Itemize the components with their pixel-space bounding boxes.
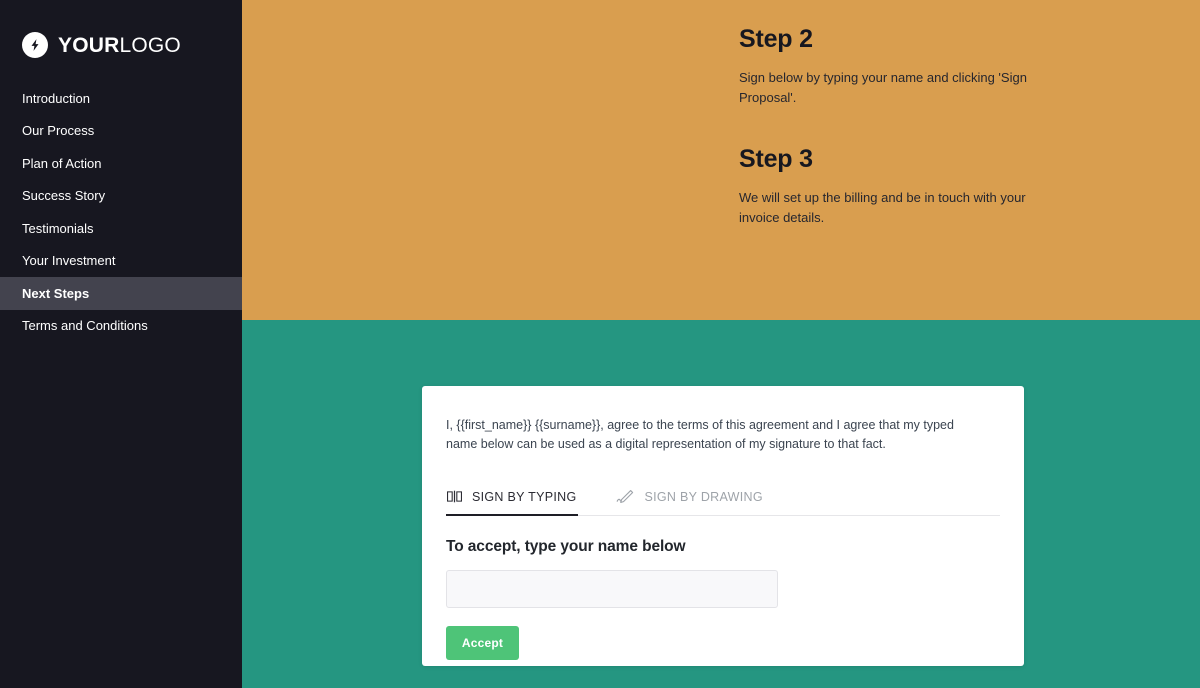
sidebar-item-plan-of-action[interactable]: Plan of Action [0, 147, 242, 180]
logo-text-light: LOGO [119, 33, 181, 57]
logo-text-bold: YOUR [58, 33, 120, 57]
orange-band [242, 0, 1200, 320]
signature-card: I, {{first_name}} {{surname}}, agree to … [422, 386, 1024, 666]
step-block-3: Step 3 We will set up the billing and be… [739, 144, 1039, 228]
logo-text: YOURLOGO [58, 35, 181, 56]
sidebar-item-testimonials[interactable]: Testimonials [0, 212, 242, 245]
type-signature-icon [446, 489, 463, 504]
step-2-heading: Step 2 [739, 25, 813, 53]
signature-name-input[interactable] [446, 569, 778, 608]
accept-instruction: To accept, type your name below [446, 537, 686, 555]
sidebar-item-label: Terms and Conditions [22, 318, 148, 334]
step-3-body: We will set up the billing and be in tou… [739, 190, 1026, 226]
sidebar-item-our-process[interactable]: Our Process [0, 115, 242, 148]
accept-button[interactable]: Accept [446, 625, 519, 660]
steps-section: Step 2 Sign below by typing your name an… [739, 24, 1039, 229]
tab-label: SIGN BY DRAWING [644, 489, 763, 504]
sidebar-item-label: Our Process [22, 123, 95, 139]
sidebar-item-label: Next Steps [22, 285, 90, 301]
sidebar: YOURLOGO Introduction Our Process Plan o… [0, 0, 242, 688]
signature-tabs: SIGN BY TYPING SIGN BY DRAWING [446, 480, 1000, 516]
proposal-page: YOURLOGO Introduction Our Process Plan o… [0, 0, 1200, 688]
pen-signature-icon [616, 489, 635, 504]
sidebar-item-your-investment[interactable]: Your Investment [0, 245, 242, 278]
agreement-text: I, {{first_name}} {{surname}}, agree to … [446, 418, 954, 451]
sidebar-item-introduction[interactable]: Introduction [0, 82, 242, 115]
sidebar-item-label: Testimonials [22, 220, 94, 236]
sidebar-item-label: Introduction [22, 90, 90, 106]
step-block-2: Step 2 Sign below by typing your name an… [739, 24, 1039, 108]
logo[interactable]: YOURLOGO [0, 0, 242, 60]
tab-sign-by-typing[interactable]: SIGN BY TYPING [446, 479, 579, 516]
sidebar-item-label: Your Investment [22, 253, 116, 269]
lightning-bolt-icon [22, 32, 48, 58]
step-3-heading: Step 3 [739, 145, 813, 174]
tab-label: SIGN BY TYPING [472, 489, 577, 504]
sidebar-item-label: Success Story [22, 188, 106, 204]
sidebar-item-success-story[interactable]: Success Story [0, 180, 242, 213]
step-2-body: Sign below by typing your name and click… [739, 70, 1027, 106]
sidebar-item-label: Plan of Action [22, 155, 102, 171]
sidebar-nav: Introduction Our Process Plan of Action … [0, 82, 242, 342]
tab-sign-by-drawing[interactable]: SIGN BY DRAWING [616, 479, 764, 515]
sidebar-item-terms-and-conditions[interactable]: Terms and Conditions [0, 310, 242, 343]
main-content: Step 2 Sign below by typing your name an… [242, 0, 1200, 688]
sidebar-item-next-steps[interactable]: Next Steps [0, 277, 242, 310]
